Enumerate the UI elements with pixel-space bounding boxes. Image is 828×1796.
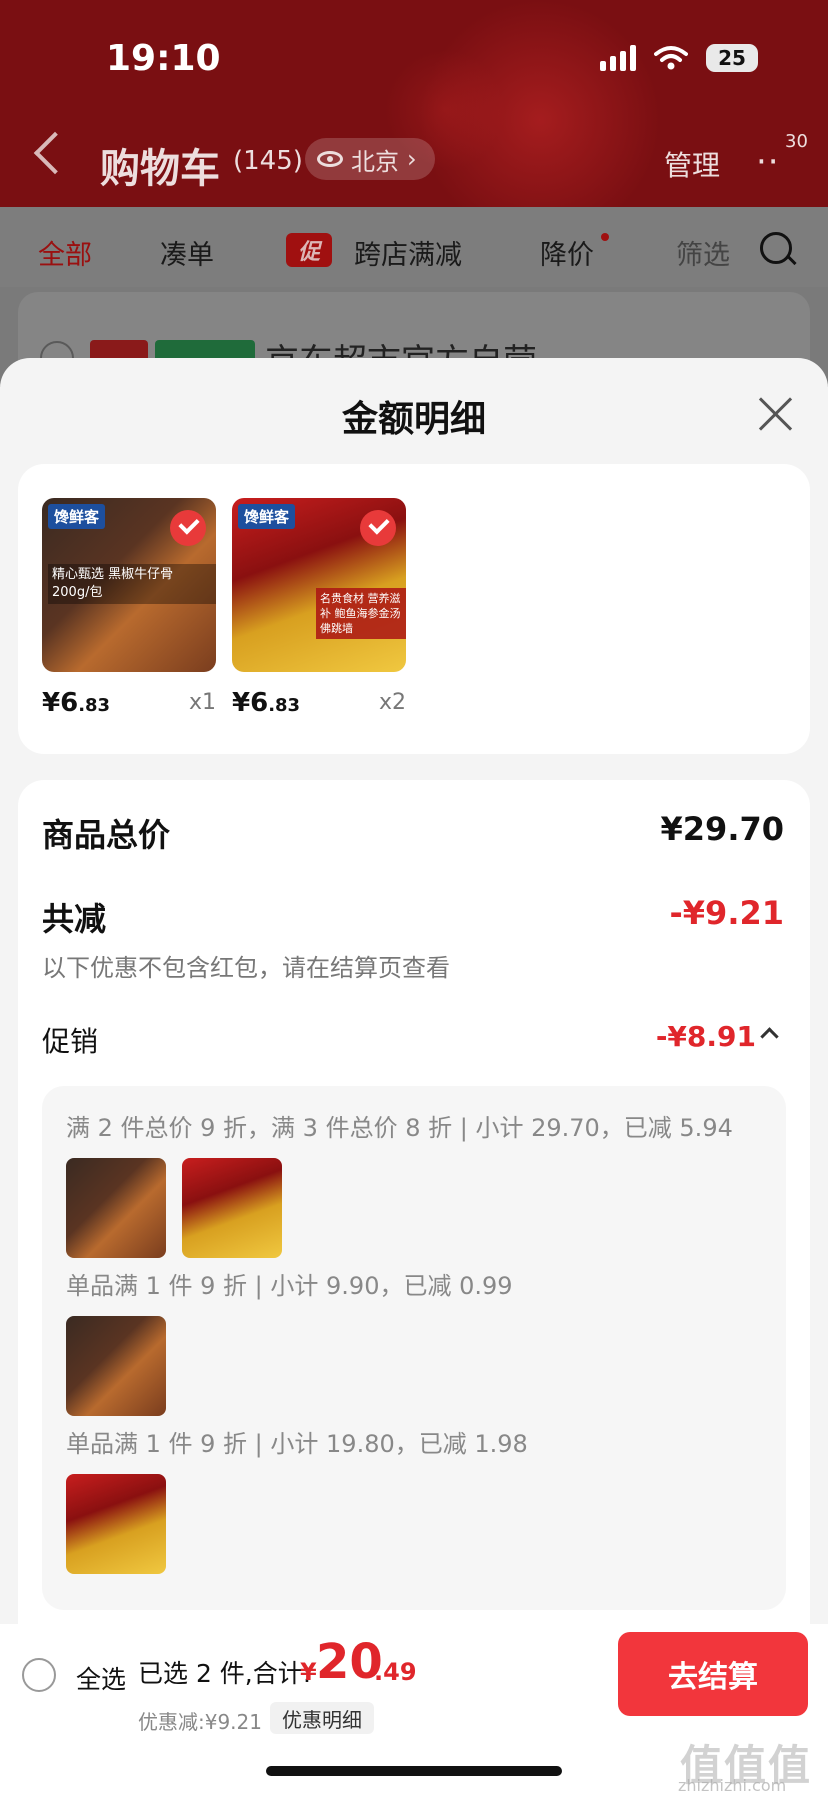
total-currency: ¥ [300,1658,317,1686]
app-header: 19:10 25 购物车 (145) 北京 › 管理 ·· 30 [0,0,828,207]
status-time: 19:10 [106,38,221,79]
select-all-radio[interactable] [22,1658,56,1692]
item-quantity: x1 [188,690,216,715]
selected-item[interactable]: 馋鲜客 名贵食材 营养滋补 鲍鱼海参金汤佛跳墙 ¥6.83 x2 [232,498,406,718]
selected-item[interactable]: 馋鲜客 精心甄选 黑椒牛仔骨 200g/包 ¥6.83 x1 [42,498,216,718]
status-icons: 25 [600,44,758,72]
total-value: ¥29.70 [660,810,784,848]
selected-items-card: 馋鲜客 精心甄选 黑椒牛仔骨 200g/包 ¥6.83 x1 馋鲜客 名贵食材 … [18,464,810,754]
tab-cross-store[interactable]: 跨店满减 [354,233,462,272]
promo-rule: 单品满 1 件 9 折 | 小计 19.80，已减 1.98 [66,1430,528,1458]
product-brand: 馋鲜客 [48,504,106,529]
close-icon[interactable] [756,394,796,434]
price-detail-card: 商品总价 ¥29.70 共减 -¥9.21 以下优惠不包含红包，请在结算页查看 … [18,780,810,1624]
total-label: 商品总价 [42,816,171,854]
tab-price-drop[interactable]: 降价 [540,233,594,272]
checkout-button[interactable]: 去结算 [618,1632,808,1716]
total-decimal: .49 [374,1658,417,1686]
eye-icon [317,151,343,167]
search-icon[interactable] [760,232,792,264]
check-icon[interactable] [170,510,206,546]
sheet-title: 金额明细 [341,399,486,440]
more-icon[interactable]: ·· [756,142,780,182]
product-caption: 精心甄选 黑椒牛仔骨 200g/包 [48,564,216,604]
cart-count: (145) [233,146,303,176]
tab-all[interactable]: 全部 [38,233,92,272]
item-quantity: x2 [378,690,406,715]
product-brand: 馋鲜客 [238,504,296,529]
reduce-label: 共减 [42,900,107,938]
selection-summary: 已选 2 件,合计: [138,1659,312,1688]
select-all-label[interactable]: 全选 [76,1660,126,1696]
discount-note: 以下优惠不包含红包，请在结算页查看 [42,954,450,982]
amount-detail-sheet: 金额明细 馋鲜客 精心甄选 黑椒牛仔骨 200g/包 ¥6.83 x1 馋鲜客 … [0,358,828,1624]
price-drop-dot [601,233,609,241]
promo-rule: 单品满 1 件 9 折 | 小计 9.90，已减 0.99 [66,1272,513,1300]
promo-rule: 满 2 件总价 9 折，满 3 件总价 8 折 | 小计 29.70，已减 5.… [66,1114,733,1142]
item-price: ¥6.83 [232,688,301,718]
home-indicator [266,1766,562,1776]
chevron-up-icon[interactable] [760,1027,779,1046]
check-icon[interactable] [360,510,396,546]
checkout-bar: 全选 已选 2 件,合计: ¥ 20 .49 优惠减:¥9.21 优惠明细 去结… [0,1624,828,1796]
page-title: 购物车 [100,146,220,192]
total-integer: 20 [316,1634,383,1690]
manage-button[interactable]: 管理 [664,144,720,184]
product-image-beef: 馋鲜客 精心甄选 黑椒牛仔骨 200g/包 [42,498,216,672]
filter-tabs: 全部 凑单 促 跨店满减 降价 筛选 [0,207,828,287]
location-selector[interactable]: 北京 › [305,138,435,180]
reduce-value: -¥9.21 [669,894,785,932]
watermark-url: zhizhizhi.com [678,1776,787,1795]
promo-tag: 促 [286,233,332,267]
location-label: 北京 [351,147,399,176]
promo-item-thumb [66,1158,166,1258]
back-icon[interactable] [33,131,77,175]
promo-breakdown: 满 2 件总价 9 折，满 3 件总价 8 折 | 小计 29.70，已减 5.… [42,1086,786,1610]
tab-filter[interactable]: 筛选 [676,233,730,272]
product-image-soup: 馋鲜客 名贵食材 营养滋补 鲍鱼海参金汤佛跳墙 [232,498,406,672]
wifi-icon [654,46,688,70]
signal-icon [600,45,636,71]
tab-bundle[interactable]: 凑单 [160,233,214,272]
battery-icon: 25 [706,44,758,72]
promo-value[interactable]: -¥8.91 [656,1020,756,1053]
item-price: ¥6.83 [42,688,111,718]
promo-item-thumb [66,1474,166,1574]
discount-amount: 优惠减:¥9.21 [138,1710,262,1734]
promo-item-thumb [182,1158,282,1258]
product-caption: 名贵食材 营养滋补 鲍鱼海参金汤佛跳墙 [316,588,406,639]
promo-label[interactable]: 促销 [42,1020,98,1060]
discount-detail-button[interactable]: 优惠明细 [270,1702,374,1734]
chevron-right-icon: › [407,145,417,173]
promo-item-thumb [66,1316,166,1416]
notification-badge: 30 [785,131,808,152]
